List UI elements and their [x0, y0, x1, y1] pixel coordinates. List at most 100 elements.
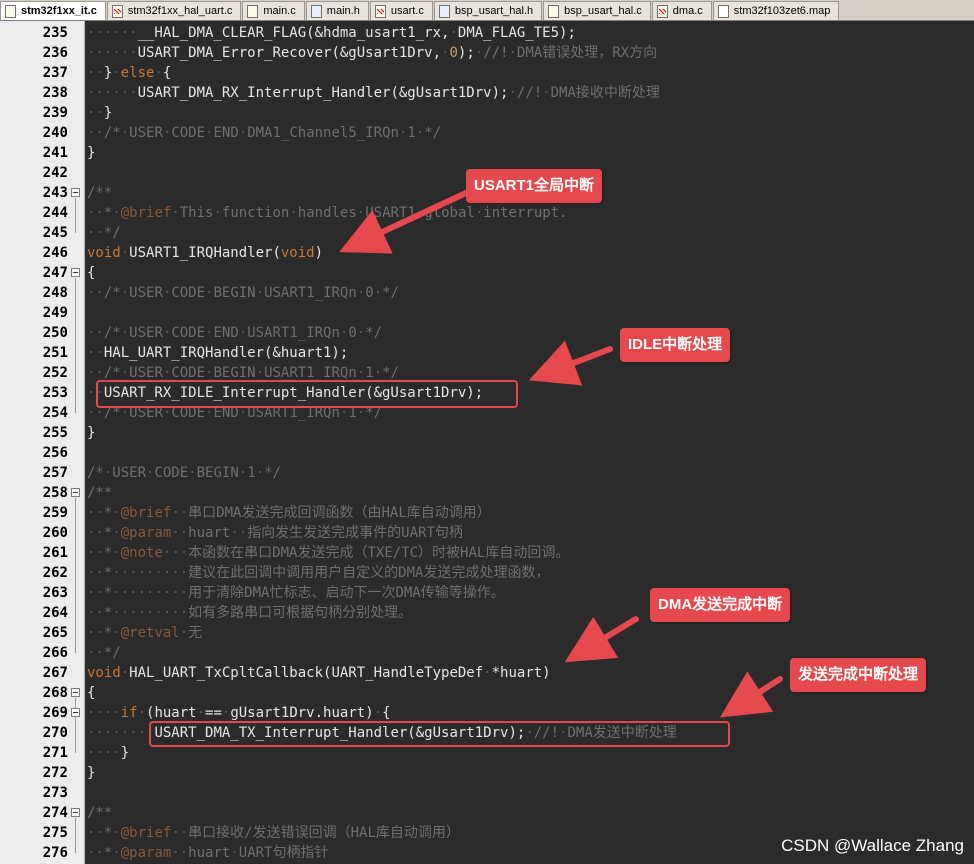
tab-stm32f1xx-it-c[interactable]: stm32f1xx_it.c: [0, 1, 106, 20]
code-text: ··*/: [87, 645, 121, 661]
code-text: ··*·@retval·无: [87, 625, 203, 641]
code-text: ····if·(huart·==·gUsart1Drv.huart)·{: [87, 705, 391, 721]
line-number: 245: [42, 225, 68, 241]
code-text: ··HAL_UART_IRQHandler(&huart1);: [87, 345, 349, 361]
watermark: CSDN @Wallace Zhang: [781, 836, 964, 855]
code-text: ··*·@brief·This·function·handles·USART1·…: [87, 205, 568, 221]
code-text: /*·USER·CODE·BEGIN·1·*/: [87, 465, 281, 481]
code-line: 236 ······USART_DMA_Error_Recover(&gUsart…: [0, 43, 974, 63]
code-line: 274 /**: [0, 803, 974, 823]
fold-toggle-icon[interactable]: [71, 268, 80, 277]
code-text: ··/*·USER·CODE·BEGIN·USART1_IRQn·0·*/: [87, 285, 399, 301]
line-number: 273: [42, 785, 68, 801]
code-text: ··*·@param··huart·UART句柄指针: [87, 845, 329, 861]
line-number: 272: [42, 765, 68, 781]
fold-toggle-icon[interactable]: [71, 188, 80, 197]
line-number: 266: [42, 645, 68, 661]
code-line: 261 ··*·@note···本函数在串口DMA发送完成（TXE/TC）时被HA…: [0, 543, 974, 563]
annotation-dma-tx-complete: DMA发送完成中断: [650, 588, 791, 622]
tab-usart-c[interactable]: usart.c: [369, 1, 433, 20]
tab-label: main.c: [263, 5, 296, 17]
tab-stm32f103zet6-map[interactable]: stm32f103zet6.map: [712, 1, 840, 20]
code-text: ··*·@param··huart··指向发生发送完成事件的UART句柄: [87, 525, 463, 541]
line-number: 236: [42, 45, 68, 61]
line-number: 276: [42, 845, 68, 861]
line-number: 254: [42, 405, 68, 421]
line-number: 261: [42, 545, 68, 561]
fold-toggle-icon[interactable]: [71, 488, 80, 497]
code-line: 272}: [0, 763, 974, 783]
line-number: 265: [42, 625, 68, 641]
tab-label: dma.c: [672, 5, 703, 17]
code-line: 264 ··*·········如有多路串口可根据句柄分别处理。: [0, 603, 974, 623]
code-line: 269 ····if·(huart·==·gUsart1Drv.huart)·{: [0, 703, 974, 723]
file-icon: [717, 4, 729, 18]
line-number: 238: [42, 85, 68, 101]
annotation-tx-complete-handler: 发送完成中断处理: [790, 658, 927, 692]
file-icon: [438, 4, 450, 18]
fold-toggle-icon[interactable]: [71, 708, 80, 717]
line-number: 237: [42, 65, 68, 81]
code-line: 259 ··*·@brief··串口DMA发送完成回调函数（由HAL库自动调用）: [0, 503, 974, 523]
code-text: void·USART1_IRQHandler(void): [87, 245, 324, 261]
line-number: 257: [42, 465, 68, 481]
line-number: 270: [42, 725, 68, 741]
line-number: 256: [42, 445, 68, 461]
code-line: 258 /**: [0, 483, 974, 503]
file-icon: [247, 4, 259, 18]
code-line: 238 ······USART_DMA_RX_Interrupt_Handler(…: [0, 83, 974, 103]
line-number: 250: [42, 325, 68, 341]
code-text: ··*·@note···本函数在串口DMA发送完成（TXE/TC）时被HAL库自…: [87, 545, 570, 561]
code-editor[interactable]: 235 ······__HAL_DMA_CLEAR_FLAG(&hdma_usar…: [0, 21, 974, 864]
code-text: }: [87, 425, 96, 441]
tab-main-h[interactable]: main.h: [305, 1, 369, 20]
tab-label: stm32f1xx_it.c: [21, 5, 97, 17]
tab-dma-c[interactable]: dma.c: [651, 1, 712, 20]
tab-bsp-usart-hal-h[interactable]: bsp_usart_hal.h: [433, 1, 543, 20]
file-icon: [656, 4, 668, 18]
fold-toggle-icon[interactable]: [71, 808, 80, 817]
code-line: 255}: [0, 423, 974, 443]
file-icon: [111, 4, 123, 18]
line-number: 247: [42, 265, 68, 281]
tab-bsp-usart-hal-c[interactable]: bsp_usart_hal.c: [543, 1, 651, 20]
code-text: ··}·else·{: [87, 65, 172, 81]
annotation-usart1-irq: USART1全局中断: [466, 169, 603, 203]
code-line: 250 ··/*·USER·CODE·END·USART1_IRQn·0·*/: [0, 323, 974, 343]
highlight-box-idle-handler: [96, 380, 518, 408]
tab-label: usart.c: [390, 5, 424, 17]
code-line: 240 ··/*·USER·CODE·END·DMA1_Channel5_IRQn…: [0, 123, 974, 143]
line-number: 259: [42, 505, 68, 521]
tab-stm32f1xx-hal-uart-c[interactable]: stm32f1xx_hal_uart.c: [106, 1, 242, 20]
line-number: 267: [42, 665, 68, 681]
code-line: 241}: [0, 143, 974, 163]
code-line: 265 ··*·@retval·无: [0, 623, 974, 643]
tab-bar: stm32f1xx_it.c stm32f1xx_hal_uart.c main.c…: [0, 0, 974, 21]
code-text: ····}: [87, 745, 130, 761]
file-icon: [5, 4, 16, 18]
line-number: 264: [42, 605, 68, 621]
file-icon: [310, 4, 322, 18]
code-line: 263 ··*·········用于清除DMA忙标志、启动下一次DMA传输等操作。: [0, 583, 974, 603]
code-line: 260 ··*·@param··huart··指向发生发送完成事件的UART句柄: [0, 523, 974, 543]
fold-toggle-icon[interactable]: [71, 688, 80, 697]
line-number: 243: [42, 185, 68, 201]
code-text: void·HAL_UART_TxCpltCallback(UART_Handle…: [87, 665, 551, 681]
line-number: 248: [42, 285, 68, 301]
line-number: 252: [42, 365, 68, 381]
line-number: 271: [42, 745, 68, 761]
line-number: 239: [42, 105, 68, 121]
line-number: 268: [42, 685, 68, 701]
line-number: 263: [42, 585, 68, 601]
line-number: 246: [42, 245, 68, 261]
code-line: 239 ··}: [0, 103, 974, 123]
tab-main-c[interactable]: main.c: [242, 1, 305, 20]
file-icon: [374, 4, 386, 18]
code-text: ··*·········如有多路串口可根据句柄分别处理。: [87, 605, 413, 621]
code-text: ··*·@brief··串口DMA发送完成回调函数（由HAL库自动调用）: [87, 505, 491, 521]
line-number: 260: [42, 525, 68, 541]
code-text: ··}: [87, 105, 113, 121]
code-line: 245 ··*/: [0, 223, 974, 243]
line-number: 242: [42, 165, 68, 181]
code-line: 249: [0, 303, 974, 323]
